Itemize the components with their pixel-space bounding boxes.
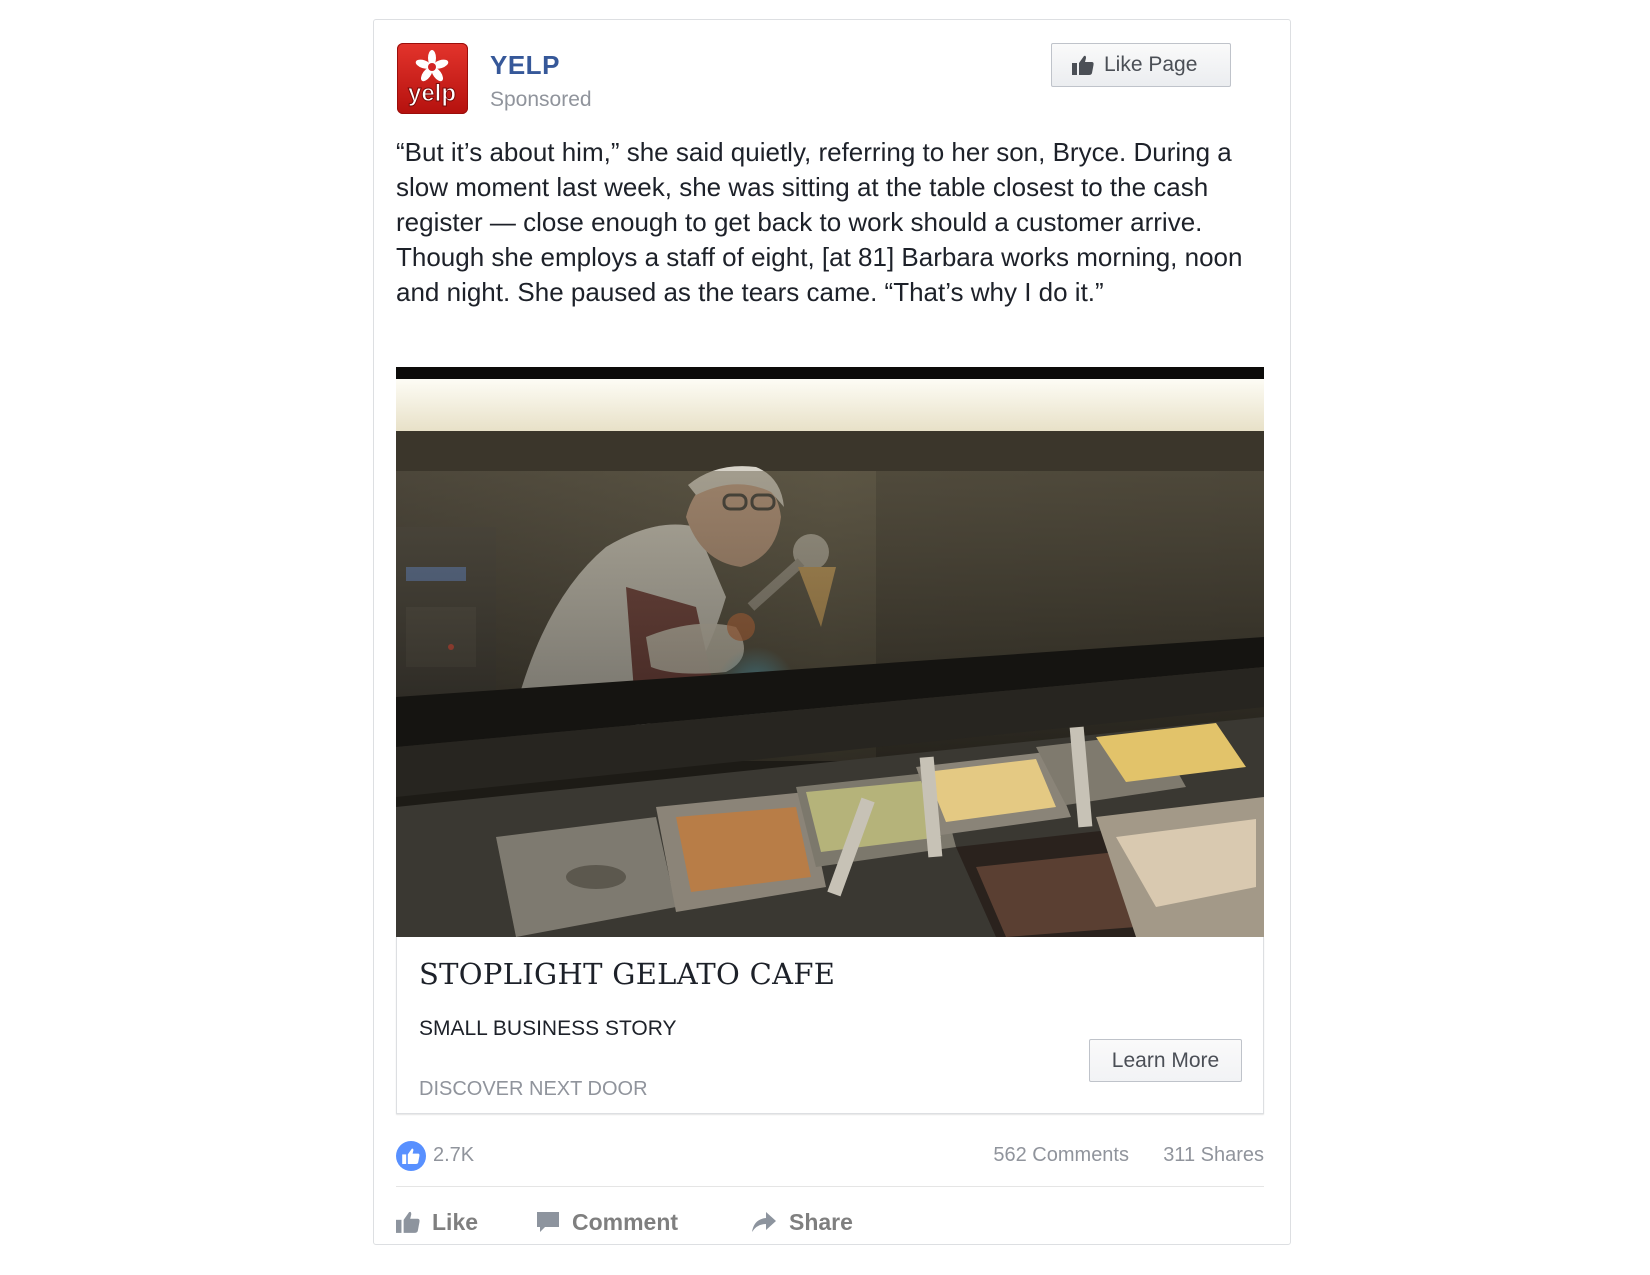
yelp-logo[interactable]: yelp xyxy=(397,43,468,114)
share-arrow-icon xyxy=(752,1212,776,1232)
share-action-label: Share xyxy=(789,1208,853,1235)
page-name-link[interactable]: YELP xyxy=(490,50,560,81)
like-action-label: Like xyxy=(432,1208,479,1235)
thumbs-up-icon xyxy=(396,1211,420,1233)
link-preview[interactable]: STOPLIGHT GELATO CAFE SMALL BUSINESS STO… xyxy=(396,937,1264,1114)
sponsored-label: Sponsored xyxy=(490,88,592,111)
thumbs-up-icon xyxy=(1072,55,1094,75)
link-title[interactable]: STOPLIGHT GELATO CAFE xyxy=(419,957,835,991)
like-page-button[interactable]: Like Page xyxy=(1051,43,1231,87)
learn-more-button[interactable]: Learn More xyxy=(1089,1039,1242,1082)
link-subtitle: SMALL BUSINESS STORY xyxy=(419,1017,677,1040)
yelp-logo-text: yelp xyxy=(408,80,456,107)
sponsored-post-card: yelp YELP Sponsored Like Page “But it’s … xyxy=(373,19,1291,1245)
engagement-stats: 2.7K 562 Comments 311 Shares xyxy=(396,1140,1264,1174)
gelato-counter-photo[interactable] xyxy=(396,367,1264,937)
comment-action-label: Comment xyxy=(572,1208,679,1235)
link-domain: DISCOVER NEXT DOOR xyxy=(419,1078,648,1100)
share-count[interactable]: 311 Shares xyxy=(1163,1144,1264,1167)
like-action-button[interactable]: Like xyxy=(396,1204,478,1240)
share-action-button[interactable]: Share xyxy=(751,1204,853,1240)
yelp-burst-icon: yelp xyxy=(407,50,457,108)
like-count[interactable]: 2.7K xyxy=(433,1144,474,1167)
divider xyxy=(396,1186,1264,1187)
comment-count[interactable]: 562 Comments xyxy=(993,1144,1129,1167)
thumbs-up-icon xyxy=(402,1148,420,1164)
like-page-label: Like Page xyxy=(1104,53,1198,76)
comment-bubble-icon xyxy=(537,1212,559,1232)
comment-action-button[interactable]: Comment xyxy=(536,1204,678,1240)
post-body-text: “But it’s about him,” she said quietly, … xyxy=(396,137,1243,307)
like-reaction-icon[interactable] xyxy=(396,1141,426,1171)
